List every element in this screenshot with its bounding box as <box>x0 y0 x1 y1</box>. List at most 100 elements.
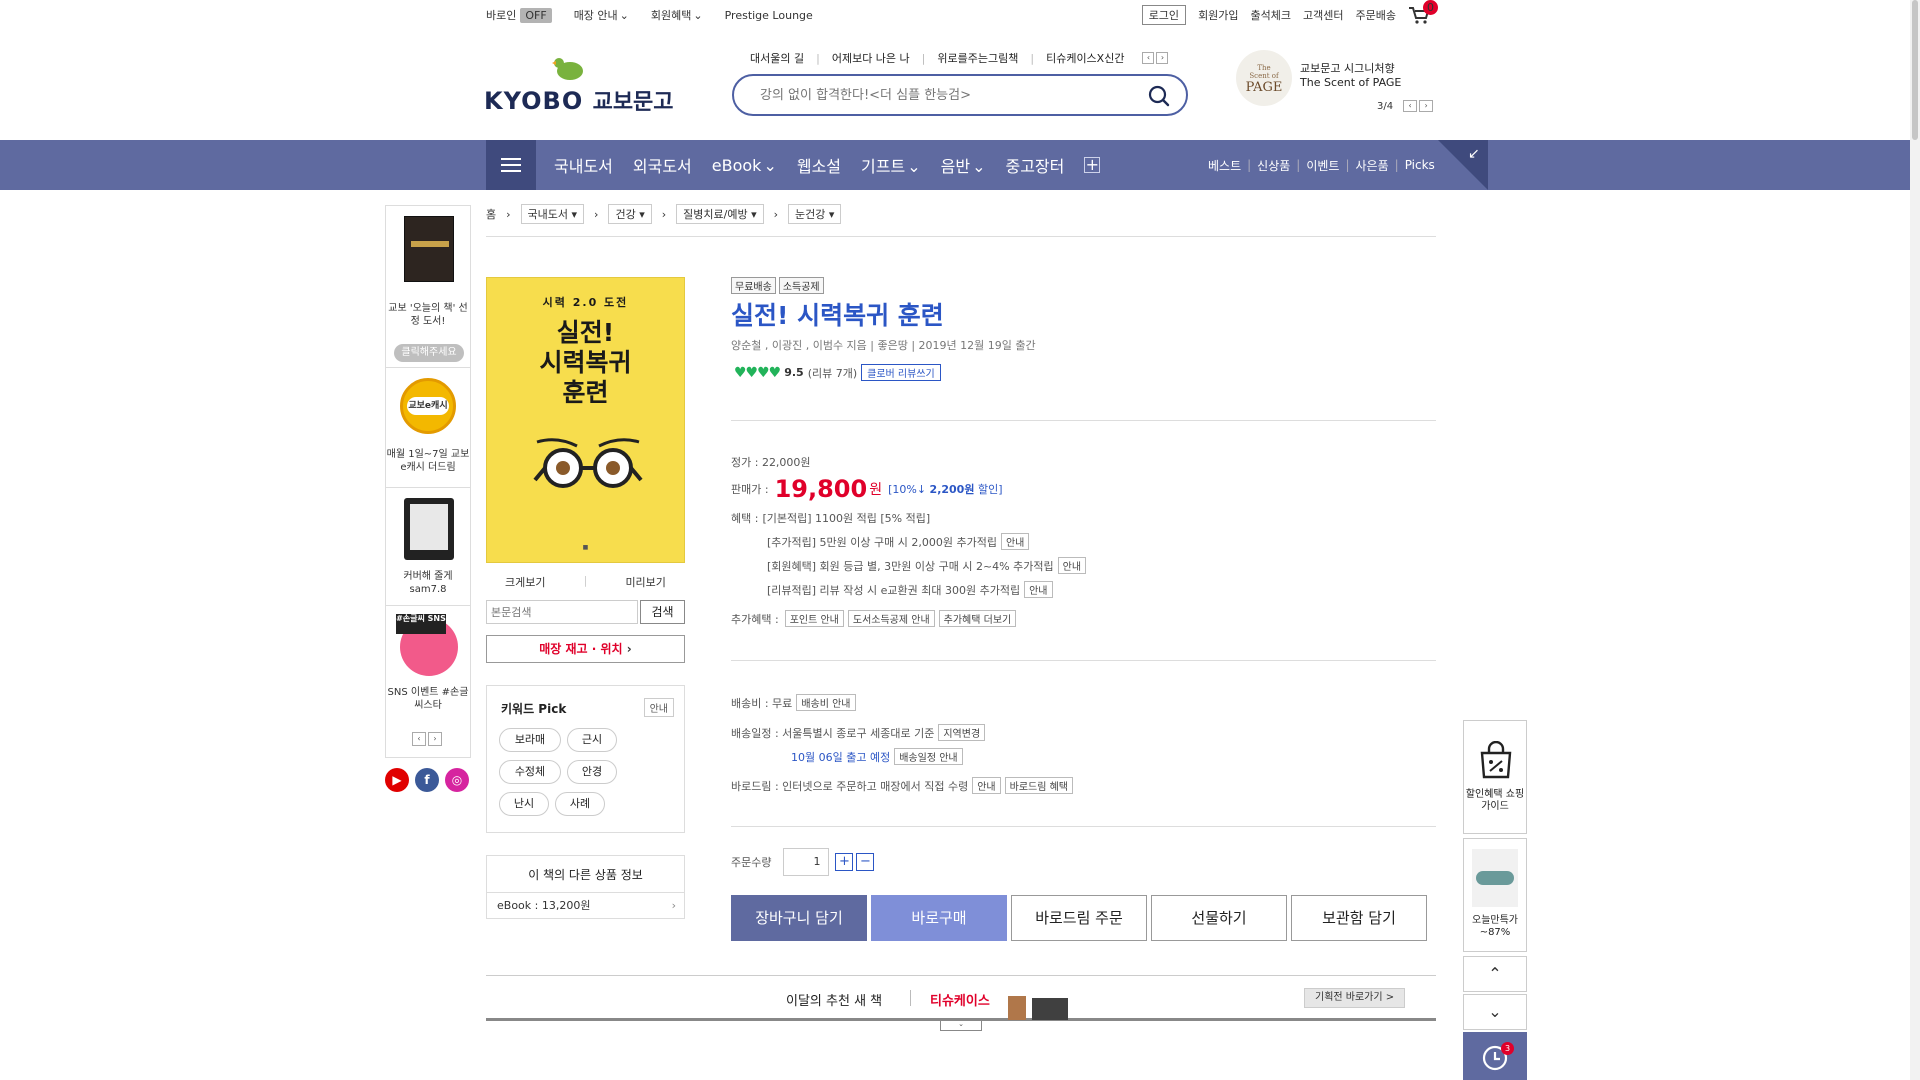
zoom-link[interactable]: 크게보기 <box>505 574 545 590</box>
breadcrumb-level-2[interactable]: 건강 ▾ <box>608 204 652 224</box>
more-benefits-button[interactable]: 추가혜택 더보기 <box>938 610 1017 627</box>
plus-icon[interactable]: + <box>835 853 854 871</box>
nav-event[interactable]: 이벤트 <box>1306 157 1339 174</box>
prestige-lounge-link[interactable]: Prestige Lounge <box>725 9 813 22</box>
barodrim-benefit-button[interactable]: 바로드림 혜택 <box>1004 777 1074 794</box>
info-button[interactable]: 안내 <box>1024 581 1053 598</box>
banner-ecash[interactable]: 교보e캐시 매월 1일~7일 교보e캐시 더드림 <box>386 368 470 488</box>
recent-items-button[interactable]: 3 <box>1463 1032 1527 1080</box>
review-count[interactable]: (리뷰 7개) <box>808 365 857 381</box>
instagram-icon[interactable]: ◎ <box>445 768 469 792</box>
promo-banner[interactable]: The Scent of PAGE 교보문고 시그니처향 The Scent of … <box>1236 50 1436 118</box>
attendance-link[interactable]: 출석체크 <box>1251 7 1291 23</box>
baroin-toggle[interactable]: 바로인 OFF <box>486 7 552 23</box>
menu-icon[interactable] <box>486 140 536 190</box>
keyword-chip[interactable]: 근시 <box>567 728 617 752</box>
tax-deduction-info-button[interactable]: 도서소득공제 안내 <box>847 610 935 627</box>
book-cover[interactable]: 시력 2.0 도전 실전! 시력복귀 훈련 ■ <box>486 277 685 563</box>
nav-picks[interactable]: Picks <box>1405 158 1435 172</box>
chevron-right-icon: › <box>661 207 667 221</box>
banner-click-button[interactable]: 클릭해주세요 <box>394 344 464 362</box>
nav-domestic-books[interactable]: 국내도서 <box>554 153 613 177</box>
next-arrow-icon[interactable]: › <box>1156 52 1169 64</box>
info-button[interactable]: 안내 <box>1057 557 1087 574</box>
cart-button[interactable]: 0 <box>1408 0 1438 24</box>
login-button[interactable]: 로그인 <box>1141 5 1187 25</box>
info-button[interactable]: 안내 <box>1000 533 1030 550</box>
buy-now-button[interactable]: 바로구매 <box>871 895 1007 941</box>
hot-keyword[interactable]: 위로를주는그림책 <box>937 50 1018 66</box>
nav-foreign-books[interactable]: 외국도서 <box>633 153 692 177</box>
page-scrollbar[interactable] <box>1910 0 1920 1080</box>
nav-used-market[interactable]: 중고장터 <box>1005 153 1064 177</box>
keyword-chip[interactable]: 보라매 <box>499 728 561 752</box>
signup-link[interactable]: 회원가입 <box>1198 7 1238 23</box>
corner-tab[interactable] <box>1438 140 1488 190</box>
gift-button[interactable]: 선물하기 <box>1151 895 1287 941</box>
minus-icon[interactable]: − <box>856 853 875 871</box>
info-button[interactable]: 안내 <box>972 777 1001 794</box>
preview-link[interactable]: 미리보기 <box>625 574 665 590</box>
text-search-button[interactable]: 검색 <box>640 600 685 624</box>
text-search-input[interactable] <box>486 600 638 624</box>
prev-arrow-icon[interactable]: ‹ <box>412 732 426 746</box>
breadcrumb-home[interactable]: 홈 <box>486 206 496 222</box>
plus-icon[interactable]: + <box>1084 157 1101 173</box>
quantity-input[interactable]: 1 <box>783 848 830 876</box>
keyword-chip[interactable]: 사례 <box>555 792 605 816</box>
store-stock-button[interactable]: 매장 재고 · 위치 › <box>486 635 685 663</box>
nav-best[interactable]: 베스트 <box>1208 157 1241 174</box>
shopping-guide-button[interactable]: 할인혜택 쇼핑가이드 <box>1463 720 1527 834</box>
youtube-icon[interactable]: ▶ <box>385 768 409 792</box>
wishlist-button[interactable]: 보관함 담기 <box>1291 895 1427 941</box>
breadcrumb-level-4[interactable]: 눈건강 ▾ <box>788 204 842 224</box>
keyword-chip[interactable]: 수정체 <box>499 760 561 784</box>
scroll-down-icon[interactable]: ⌄ <box>1463 994 1527 1030</box>
nav-ebook[interactable]: eBook ⌄ <box>712 156 777 175</box>
keyword-chip[interactable]: 안경 <box>567 760 617 784</box>
collapse-arrow-icon[interactable]: ↙ <box>1468 146 1480 162</box>
todays-deal-button[interactable]: 오늘만특가 ~87% <box>1463 838 1527 952</box>
nav-gift[interactable]: 기프트 ⌄ <box>861 153 921 177</box>
nav-web-novel[interactable]: 웹소설 <box>797 153 841 177</box>
expand-chevron-icon[interactable]: ⌄ <box>940 1021 982 1031</box>
region-change-button[interactable]: 지역변경 <box>938 724 986 741</box>
customer-center-link[interactable]: 고객센터 <box>1303 7 1343 23</box>
baroin-off-badge[interactable]: OFF <box>520 8 552 23</box>
scrollbar-thumb[interactable] <box>1912 0 1918 140</box>
search-icon[interactable] <box>1148 85 1170 107</box>
breadcrumb-level-3[interactable]: 질병치료/예방 ▾ <box>676 204 764 224</box>
hot-keyword[interactable]: 어제보다 나은 나 <box>832 50 910 66</box>
store-info-menu[interactable]: 매장 안내 ⌄ <box>574 7 629 23</box>
order-delivery-link[interactable]: 주문배송 <box>1356 7 1396 23</box>
barodrim-order-button[interactable]: 바로드림 주문 <box>1011 895 1147 941</box>
recommend-link[interactable]: 티슈케이스 <box>930 990 990 1009</box>
point-info-button[interactable]: 포인트 안내 <box>784 610 844 627</box>
write-review-button[interactable]: 클로버 리뷰쓰기 <box>861 364 941 381</box>
hot-keyword[interactable]: 티슈케이스X신간 <box>1046 50 1124 66</box>
nav-music[interactable]: 음반 ⌄ <box>941 153 986 177</box>
banner-sam[interactable]: 커버해 줄게 sam7.8 <box>386 488 470 606</box>
hot-keyword[interactable]: 대서울의 길 <box>750 50 804 66</box>
nav-new[interactable]: 신상품 <box>1257 157 1290 174</box>
keyword-chip[interactable]: 난시 <box>499 792 549 816</box>
exhibition-link-button[interactable]: 기획전 바로가기 > <box>1304 988 1406 1008</box>
kyobo-logo[interactable]: KYOBO 교보문고 <box>484 56 674 115</box>
prev-arrow-icon[interactable]: ‹ <box>1142 52 1155 64</box>
keyword-info-button[interactable]: 안내 <box>643 698 674 717</box>
member-benefit-menu[interactable]: 회원혜택 ⌄ <box>651 7 703 23</box>
nav-gifts[interactable]: 사은품 <box>1356 157 1389 174</box>
scroll-up-icon[interactable]: ⌃ <box>1463 956 1527 992</box>
banner-sns-event[interactable]: #손글씨 SNS SNS 이벤트 #손글씨스타 <box>386 606 470 726</box>
search-input[interactable] <box>760 84 1130 106</box>
breadcrumb-level-1[interactable]: 국내도서 ▾ <box>520 204 585 224</box>
next-arrow-icon[interactable]: › <box>1419 100 1434 112</box>
prev-arrow-icon[interactable]: ‹ <box>1403 100 1418 112</box>
schedule-info-button[interactable]: 배송일정 안내 <box>894 748 963 765</box>
ebook-link[interactable]: eBook : 13,200원 › <box>487 892 684 920</box>
facebook-icon[interactable]: f <box>415 768 439 792</box>
add-to-cart-button[interactable]: 장바구니 담기 <box>731 895 867 941</box>
next-arrow-icon[interactable]: › <box>428 732 442 746</box>
banner-todays-book[interactable]: 교보 '오늘의 책' 선정 도서! 클릭해주세요 <box>386 206 470 368</box>
shipping-info-button[interactable]: 배송비 안내 <box>796 694 856 711</box>
